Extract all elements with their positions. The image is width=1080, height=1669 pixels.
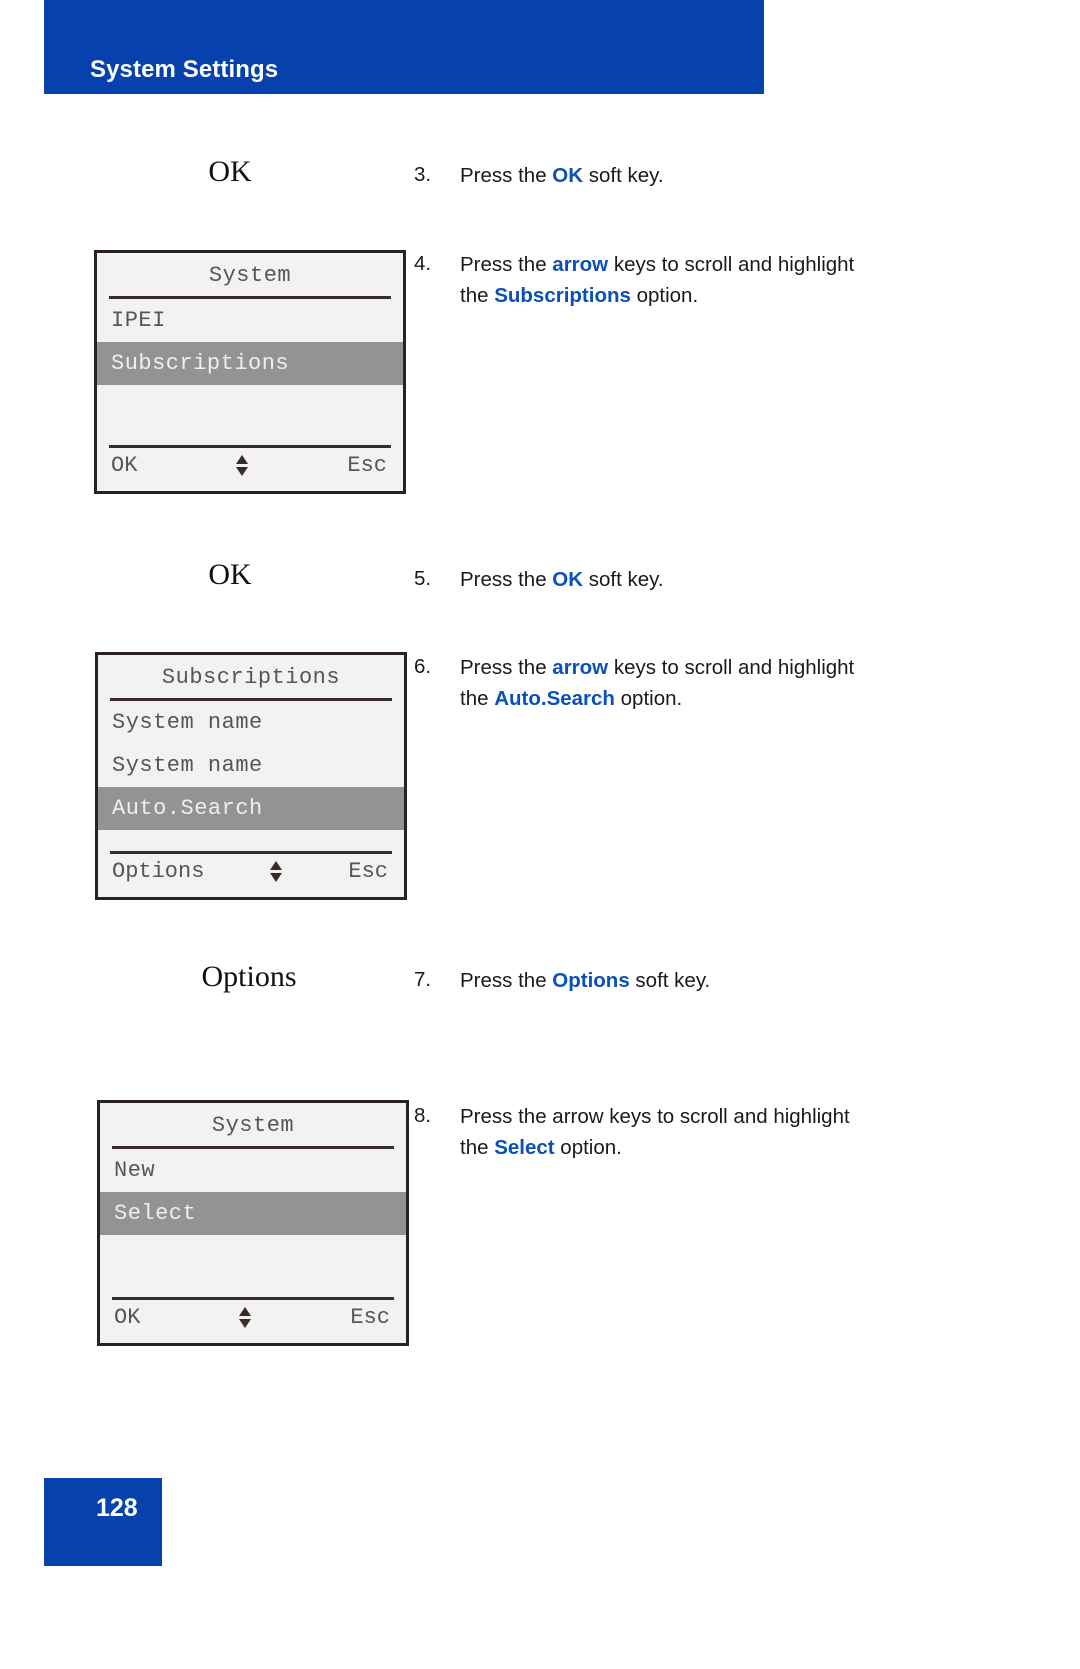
- menu-item-system-name-1[interactable]: System name: [98, 701, 404, 744]
- menu-item-select[interactable]: Select: [100, 1192, 406, 1235]
- screen-menu-list: New Select: [100, 1149, 406, 1235]
- arrow-up-icon: [236, 455, 249, 464]
- step-instruction-text: Press the OK soft key.: [460, 564, 880, 595]
- softkey-right-esc[interactable]: Esc: [348, 859, 388, 884]
- step-instruction-text: Press the arrow keys to scroll and highl…: [460, 1101, 880, 1163]
- softkey-right-esc[interactable]: Esc: [350, 1305, 390, 1330]
- step-instruction-text: Press the OK soft key.: [460, 160, 880, 191]
- menu-item-ipei[interactable]: IPEI: [97, 299, 403, 342]
- scroll-up-down-icon: [236, 455, 249, 476]
- step-item-3: 3. Press the OK soft key.: [0, 160, 1080, 200]
- step-text-part: option.: [614, 687, 683, 710]
- step-instruction-text: Press the Options soft key.: [460, 965, 880, 996]
- softkey-left-options[interactable]: Options: [112, 859, 204, 884]
- page-number: 128: [96, 1494, 138, 1522]
- screen-menu-list: System name System name Auto.Search: [98, 701, 404, 830]
- step-text-part: Press the: [460, 656, 553, 679]
- phone-screen-system-subscriptions: System IPEI Subscriptions OK Esc: [94, 250, 406, 494]
- page-header-banner: System Settings: [44, 0, 764, 94]
- step-text-emphasis: Select: [494, 1136, 555, 1159]
- softkey-left-ok[interactable]: OK: [114, 1305, 140, 1330]
- step-text-emphasis: OK: [552, 568, 584, 591]
- screen-title: System: [211, 1113, 295, 1138]
- step-text-emphasis: OK: [552, 164, 584, 187]
- step-number: 3.: [414, 163, 432, 186]
- menu-item-system-name-2[interactable]: System name: [98, 744, 404, 787]
- step-text-part: soft key.: [629, 969, 711, 992]
- arrow-up-icon: [239, 1307, 252, 1316]
- arrow-down-icon: [270, 873, 283, 882]
- footer-page-block: 128: [44, 1478, 162, 1566]
- step-text-part: soft key.: [583, 568, 664, 591]
- step-text-part: Press the: [460, 568, 553, 591]
- screen-softkey-bar: OK Esc: [97, 445, 403, 491]
- step-number: 7.: [414, 968, 432, 991]
- step-number: 8.: [414, 1104, 432, 1127]
- menu-item-auto-search[interactable]: Auto.Search: [98, 787, 404, 830]
- phone-screen-subscriptions-autosearch: Subscriptions System name System name Au…: [95, 652, 407, 900]
- step-number: 4.: [414, 252, 432, 275]
- softkey-right-esc[interactable]: Esc: [347, 453, 387, 478]
- scroll-up-down-icon: [239, 1307, 252, 1328]
- screen-softkey-bar: OK Esc: [100, 1297, 406, 1343]
- step-text-emphasis: Subscriptions: [494, 284, 631, 307]
- phone-screen-system-select: System New Select OK Esc: [97, 1100, 409, 1346]
- step-text-part: soft key.: [583, 164, 664, 187]
- step-text-part: option.: [630, 284, 699, 307]
- step-text-part: Press the: [460, 164, 553, 187]
- step-text-part: option.: [554, 1136, 622, 1159]
- step-instruction-text: Press the arrow keys to scroll and highl…: [460, 652, 880, 714]
- menu-item-subscriptions[interactable]: Subscriptions: [97, 342, 403, 385]
- step-text-part: Press the: [460, 253, 553, 276]
- step-text-emphasis: Auto.Search: [494, 687, 615, 710]
- arrow-down-icon: [239, 1319, 252, 1328]
- step-text-emphasis: arrow: [552, 253, 609, 276]
- arrow-down-icon: [236, 467, 249, 476]
- step-text-emphasis: arrow: [552, 656, 609, 679]
- step-number: 5.: [414, 567, 432, 590]
- step-instruction-text: Press the arrow keys to scroll and highl…: [460, 249, 880, 311]
- step-item-7: 7. Press the Options soft key.: [0, 965, 1080, 1005]
- arrow-up-icon: [270, 861, 283, 870]
- screen-menu-list: IPEI Subscriptions: [97, 299, 403, 385]
- step-text-emphasis: Options: [552, 969, 630, 992]
- screen-title: Subscriptions: [161, 665, 341, 690]
- menu-item-new[interactable]: New: [100, 1149, 406, 1192]
- scroll-up-down-icon: [270, 861, 283, 882]
- screen-title: System: [208, 263, 292, 288]
- softkey-left-ok[interactable]: OK: [111, 453, 137, 478]
- step-text-part: Press the: [460, 969, 553, 992]
- screen-softkey-bar: Options Esc: [98, 851, 404, 897]
- step-item-5: 5. Press the OK soft key.: [0, 564, 1080, 604]
- step-number: 6.: [414, 655, 432, 678]
- page-title: System Settings: [90, 56, 279, 83]
